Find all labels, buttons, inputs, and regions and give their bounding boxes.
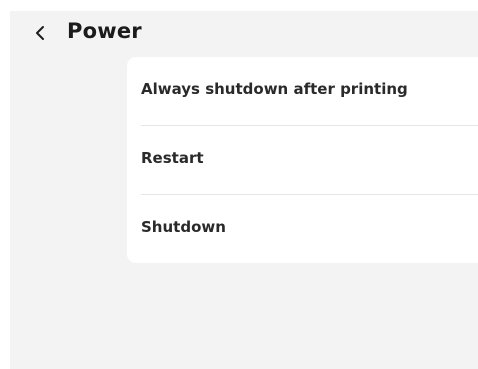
chevron-left-icon [34, 24, 46, 42]
restart-item[interactable]: Restart [127, 126, 478, 194]
menu-item-label: Shutdown [141, 218, 226, 236]
page-title: Power [67, 19, 142, 43]
shutdown-item[interactable]: Shutdown [127, 195, 478, 263]
power-options-card: Always shutdown after printing Restart S… [127, 57, 478, 263]
power-settings-screen: Power Always shutdown after printing Res… [10, 11, 478, 369]
header: Power [10, 11, 478, 55]
always-shutdown-after-printing-item[interactable]: Always shutdown after printing [127, 57, 478, 125]
menu-item-label: Always shutdown after printing [141, 80, 408, 98]
back-button[interactable] [30, 21, 50, 45]
menu-item-label: Restart [141, 149, 204, 167]
